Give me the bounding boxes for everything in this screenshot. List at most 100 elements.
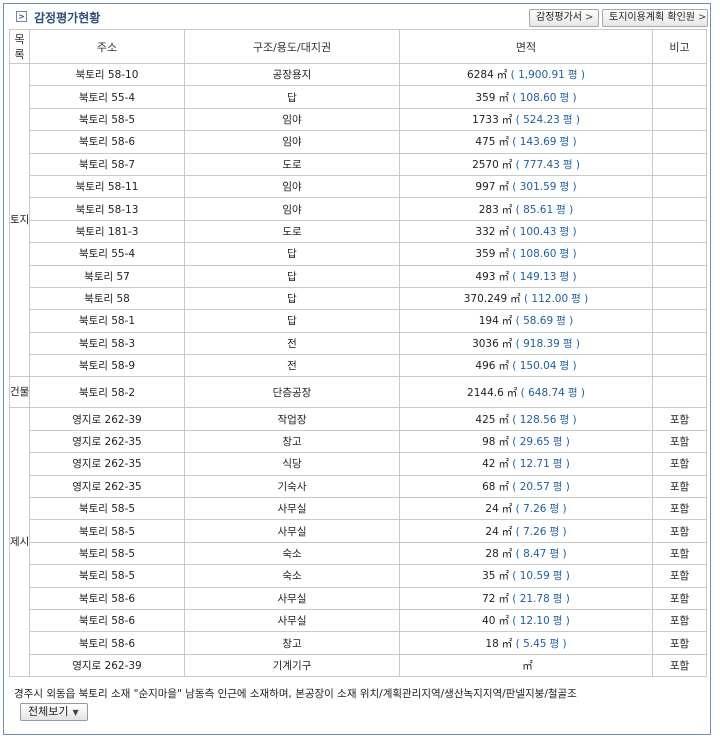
table-row: 북토리 58-6 사무실 72 ㎡ ( 21.78 평 ) 포함 [10,586,707,610]
note-cell [652,62,707,87]
pyeong-unit: 평 [549,637,560,650]
area-unit: ㎡ [498,436,509,449]
panel-header: > 감정평가현황 감정평가서 > 토지이용계획 확인원 > [4,4,710,30]
area-unit: ㎡ [501,525,513,538]
chevron-down-icon: ▼ [72,708,79,717]
area-value: 283 [478,203,499,216]
pyeong-number: 100.43 [519,225,557,238]
pyeong-value: ( 149.13 평 ) [508,270,577,283]
area-value: 42 [482,458,496,471]
pyeong-unit: 평 [549,525,560,538]
area-unit: ㎡ [498,360,509,373]
pyeong-value: ( 7.26 평 ) [512,503,567,516]
area-unit: ㎡ [498,181,509,194]
area-cell: 24 ㎡ ( 7.26 평 ) [399,519,653,543]
table-row: 북토리 58-1 답 194 ㎡ ( 58.69 평 ) [10,309,707,333]
structure-cell: 임야 [184,197,400,221]
structure-cell: 전 [184,331,400,356]
pyeong-number: 128.56 [519,413,557,426]
structure-cell: 답 [184,242,400,266]
area-cell: 359 ㎡ ( 108.60 평 ) [399,85,653,109]
area-value: 475 [475,136,496,149]
area-cell: 42 ㎡ ( 12.71 평 ) [399,452,653,476]
area-value: 68 [482,480,496,493]
pyeong-number: 524.23 [523,113,560,126]
area-cell: 425 ㎡ ( 128.56 평 ) [399,407,653,431]
note-cell [652,354,707,378]
address-cell: 북토리 58-5 [29,519,185,543]
table-row: 북토리 58-7 도로 2570 ㎡ ( 777.43 평 ) [10,152,707,176]
area-value: 18 [485,637,499,650]
address-cell: 북토리 58-3 [29,331,185,356]
address-cell: 북토리 58-5 [29,107,185,132]
area-unit: ㎡ [498,458,509,471]
structure-cell: 사무실 [184,608,400,633]
pyeong-number: 21.78 [519,592,550,605]
col-address: 주소 [29,29,185,64]
land-use-plan-button[interactable]: 토지이용계획 확인원 > [602,9,708,27]
area-value: 496 [475,360,496,373]
pyeong-value: ( 1,900.91 평 ) [507,69,585,82]
address-cell: 북토리 58 [29,286,185,311]
pyeong-number: 7.26 [523,525,547,538]
area-value: 1733 [472,113,499,126]
table-row: 북토리 58-3 전 3036 ㎡ ( 918.39 평 ) [10,331,707,356]
pyeong-unit: 평 [567,69,578,82]
table-row: 북토리 58 답 370.249 ㎡ ( 112.00 평 ) [10,286,707,311]
table-row: 북토리 58-5 숙소 35 ㎡ ( 10.59 평 ) 포함 [10,564,707,588]
pyeong-value: ( 143.69 평 ) [508,136,577,149]
area-cell: 194 ㎡ ( 58.69 평 ) [399,309,653,333]
address-cell: 북토리 58-13 [29,197,185,221]
view-all-button[interactable]: 전체보기 ▼ [20,703,88,721]
note-cell: 포함 [652,541,707,566]
structure-cell: 기숙사 [184,474,400,499]
address-cell: 북토리 58-6 [29,586,185,610]
address-cell: 북토리 55-4 [29,85,185,109]
address-cell: 영지로 262-35 [29,474,185,499]
address-cell: 북토리 58-5 [29,564,185,588]
structure-cell: 사무실 [184,497,400,521]
note-cell: 포함 [652,653,707,678]
address-cell: 영지로 262-35 [29,452,185,476]
area-unit: ㎡ [501,158,513,171]
area-cell: 475 ㎡ ( 143.69 평 ) [399,130,653,154]
pyeong-unit: 평 [559,413,570,426]
area-unit: ㎡ [498,570,509,583]
area-unit: ㎡ [498,615,509,628]
pyeong-value: ( 58.69 평 ) [512,315,574,328]
area-unit: ㎡ [501,637,513,650]
area-cell: 68 ㎡ ( 20.57 평 ) [399,474,653,499]
appraisal-report-button[interactable]: 감정평가서 > [529,9,599,27]
area-unit: ㎡ [498,592,509,605]
area-value: 6284 [467,69,494,82]
address-cell: 북토리 58-2 [29,376,185,409]
area-cell: 18 ㎡ ( 5.45 평 ) [399,631,653,655]
area-value: 493 [475,270,496,283]
pyeong-number: 85.61 [523,203,554,216]
pyeong-value: ( 108.60 평 ) [508,248,577,261]
note-cell [652,174,707,199]
area-cell: 283 ㎡ ( 85.61 평 ) [399,197,653,221]
table-row: 북토리 181-3 도로 332 ㎡ ( 100.43 평 ) [10,219,707,244]
area-value: 997 [475,181,496,194]
table-row: 북토리 58-13 임야 283 ㎡ ( 85.61 평 ) [10,197,707,221]
pyeong-value: ( 20.57 평 ) [508,480,570,493]
address-cell: 북토리 58-7 [29,152,185,176]
area-value: 332 [475,225,496,238]
pyeong-value: ( 524.23 평 ) [512,113,580,126]
address-cell: 영지로 262-39 [29,407,185,431]
pyeong-number: 12.71 [519,458,550,471]
structure-cell: 숙소 [184,541,400,566]
pyeong-value: ( 10.59 평 ) [508,570,570,583]
address-cell: 북토리 58-6 [29,608,185,633]
pyeong-value: ( 29.65 평 ) [508,436,570,449]
pyeong-number: 108.60 [519,248,557,261]
col-category: 목록 [9,29,30,64]
note-cell [652,130,707,154]
area-cell: 40 ㎡ ( 12.10 평 ) [399,608,653,633]
table-row: 북토리 58-5 사무실 24 ㎡ ( 7.26 평 ) 포함 [10,497,707,521]
area-value: 3036 [472,337,499,350]
structure-cell: 도로 [184,152,400,176]
address-cell: 북토리 55-4 [29,242,185,266]
pyeong-value: ( 7.26 평 ) [512,525,567,538]
